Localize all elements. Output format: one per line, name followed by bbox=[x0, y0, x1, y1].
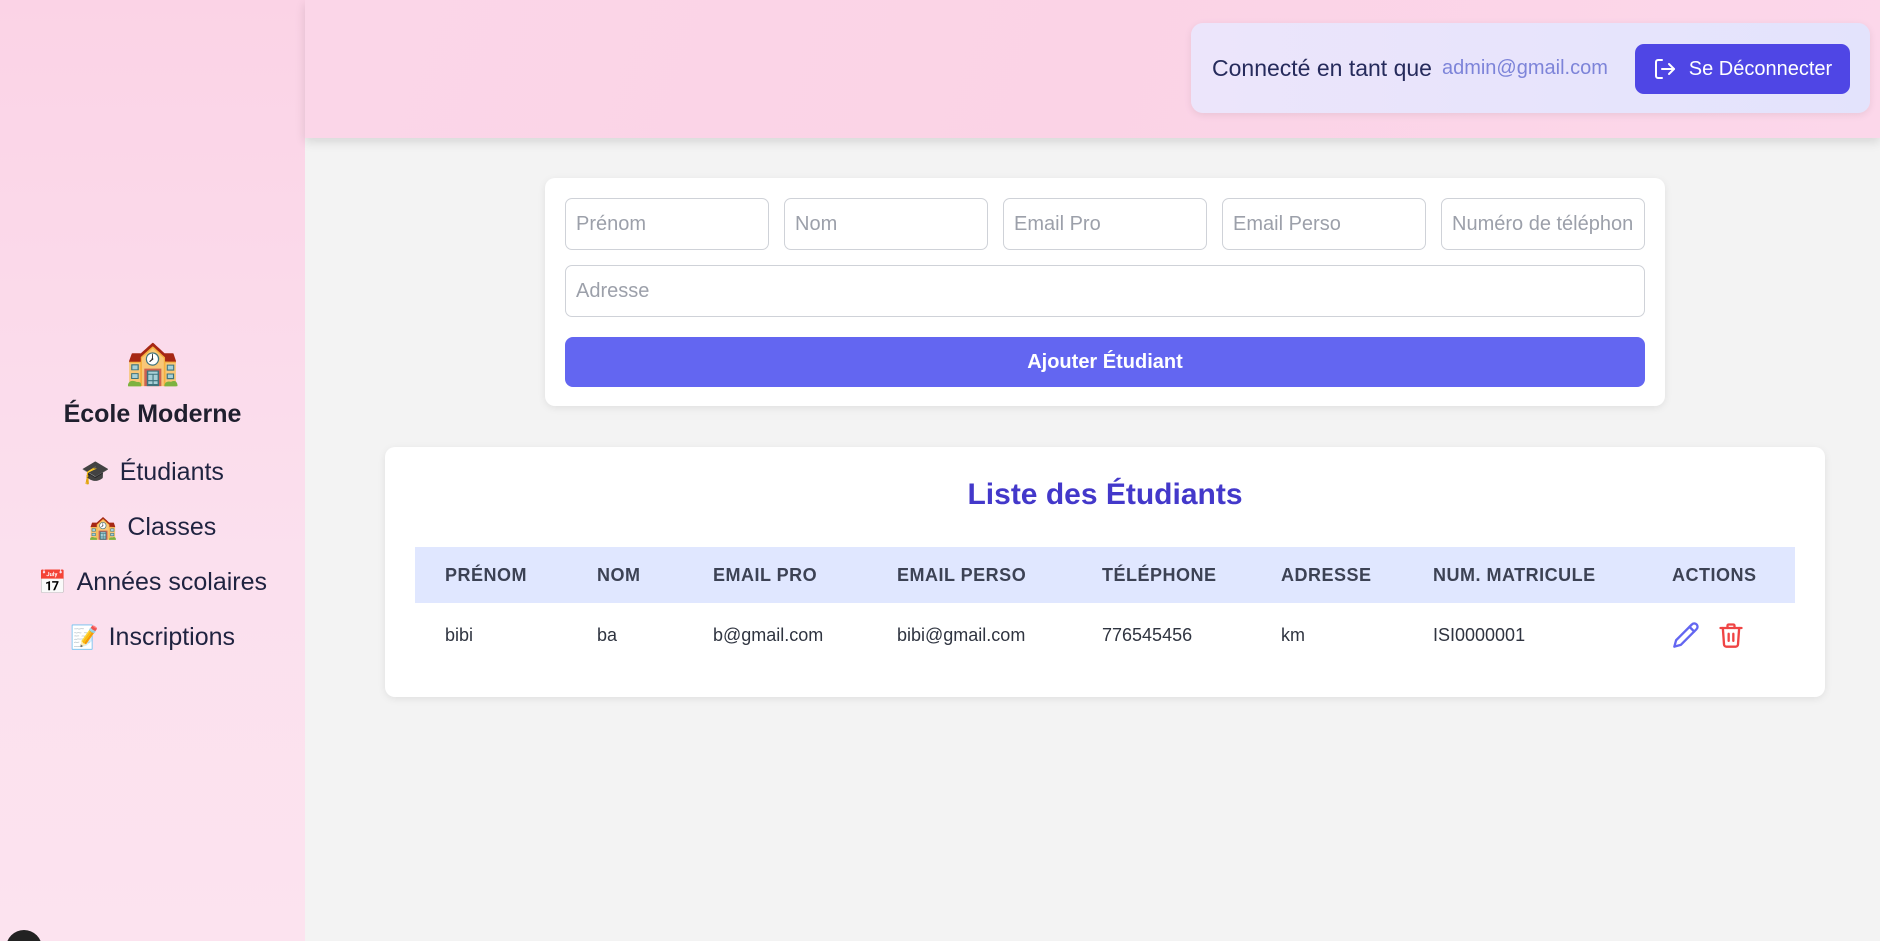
table-title: Liste des Étudiants bbox=[967, 478, 1243, 511]
column-header: TÉLÉPHONE bbox=[1102, 565, 1217, 585]
user-email: admin@gmail.com bbox=[1441, 56, 1608, 79]
logout-button[interactable]: Se Déconnecter bbox=[1635, 44, 1850, 94]
user-info-card: Connecté en tant que admin@gmail.com Se … bbox=[1191, 23, 1870, 113]
column-header: EMAIL PERSO bbox=[897, 565, 1027, 585]
students-table-card: Liste des Étudiants PRÉNOM NOM EMAIL PRO… bbox=[385, 447, 1825, 697]
logout-label: Se Déconnecter bbox=[1688, 57, 1833, 80]
floating-dev-badge[interactable] bbox=[6, 930, 42, 941]
email-pro-input[interactable] bbox=[1003, 198, 1207, 250]
calendar-icon: 📅 bbox=[37, 569, 67, 595]
sidebar-item-label: Inscriptions bbox=[108, 623, 236, 651]
cell-matricule: ISI0000001 bbox=[1433, 625, 1526, 645]
sidebar-item-inscriptions[interactable]: 📝 Inscriptions bbox=[70, 610, 235, 665]
telephone-input[interactable] bbox=[1441, 198, 1645, 250]
cell-prenom: bibi bbox=[445, 625, 474, 645]
table-row: bibi ba b@gmail.com bibi@gmail.com 77654… bbox=[415, 603, 1795, 667]
column-header: NUM. MATRICULE bbox=[1433, 565, 1596, 585]
edit-pencil-icon[interactable] bbox=[1672, 621, 1700, 649]
column-header: PRÉNOM bbox=[445, 565, 528, 585]
column-header: NOM bbox=[597, 565, 641, 585]
sidebar-item-label: Années scolaires bbox=[76, 568, 268, 596]
column-header: ACTIONS bbox=[1672, 565, 1757, 585]
cell-adresse: km bbox=[1281, 625, 1305, 645]
column-header: ADRESSE bbox=[1281, 565, 1372, 585]
prenom-input[interactable] bbox=[565, 198, 769, 250]
add-student-button[interactable]: Ajouter Étudiant bbox=[565, 337, 1645, 387]
graduation-cap-icon: 🎓 bbox=[81, 459, 110, 485]
school-logo-icon: 🏫 bbox=[125, 338, 180, 387]
email-perso-input[interactable] bbox=[1222, 198, 1426, 250]
sidebar-item-label: Étudiants bbox=[119, 458, 224, 486]
adresse-input[interactable] bbox=[565, 265, 1645, 317]
cell-nom: ba bbox=[597, 625, 618, 645]
sidebar-item-classes[interactable]: 🏫 Classes bbox=[89, 500, 217, 555]
brand-name: École Moderne bbox=[63, 400, 242, 428]
trash-icon[interactable] bbox=[1717, 621, 1745, 649]
memo-icon: 📝 bbox=[69, 624, 99, 650]
cell-email-perso: bibi@gmail.com bbox=[897, 625, 1026, 645]
school-icon: 🏫 bbox=[88, 514, 118, 540]
sidebar: 🏫 École Moderne 🎓 Étudiants 🏫 Classes 📅 … bbox=[0, 0, 305, 941]
sidebar-item-annees-scolaires[interactable]: 📅 Années scolaires bbox=[38, 555, 267, 610]
sidebar-item-label: Classes bbox=[127, 513, 217, 541]
table-header: PRÉNOM NOM EMAIL PRO EMAIL PERSO TÉLÉPHO… bbox=[415, 547, 1795, 603]
cell-email-pro: b@gmail.com bbox=[713, 625, 824, 645]
top-header: Connecté en tant que admin@gmail.com Se … bbox=[305, 0, 1880, 138]
sidebar-nav: 🎓 Étudiants 🏫 Classes 📅 Années scolaires… bbox=[38, 445, 267, 665]
nom-input[interactable] bbox=[784, 198, 988, 250]
logout-icon bbox=[1654, 59, 1675, 79]
sidebar-item-etudiants[interactable]: 🎓 Étudiants bbox=[81, 445, 224, 500]
connected-label: Connecté en tant que bbox=[1212, 54, 1432, 81]
column-header: EMAIL PRO bbox=[713, 565, 818, 585]
add-student-form: Ajouter Étudiant bbox=[545, 178, 1665, 406]
cell-telephone: 776545456 bbox=[1102, 625, 1193, 645]
